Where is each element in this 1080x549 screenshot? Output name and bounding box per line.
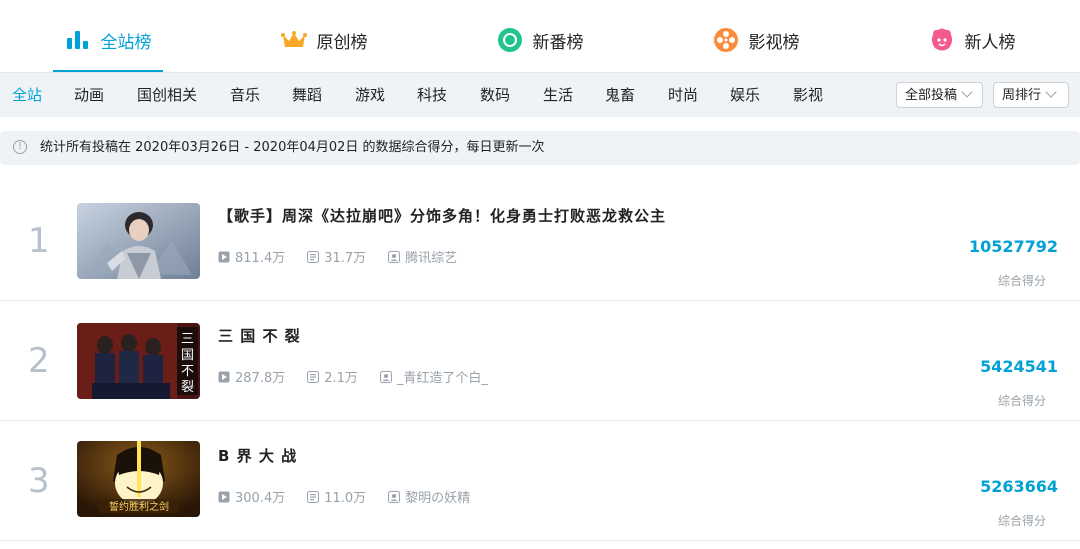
notice-text: 统计所有投稿在 2020年03月26日 - 2020年04月02日 的数据综合得…: [40, 140, 545, 155]
tab-film[interactable]: 影视榜: [648, 8, 864, 72]
play-count-icon: [218, 491, 230, 503]
tab-label: 新番榜: [532, 32, 584, 53]
video-meta: 811.4万 31.7万 腾讯综艺: [218, 247, 479, 266]
period-filter-value: 周排行: [1002, 88, 1042, 103]
category-bar: 全站 动画 国创相关 音乐 舞蹈 游戏 科技 数码 生活 鬼畜 时尚 娱乐 影视…: [0, 72, 1080, 117]
uploader-icon: [388, 490, 401, 503]
danmaku-icon: [307, 370, 320, 383]
play-count-icon: [218, 251, 230, 263]
face-icon: [929, 27, 955, 53]
uploader-icon: [379, 370, 392, 383]
composite-score: 5424541: [980, 357, 1058, 376]
rank-number: 1: [28, 221, 50, 261]
tab-new-anime[interactable]: 新番榜: [432, 8, 648, 72]
danmaku-count: 31.7万: [324, 251, 367, 266]
rank-row: 3 誓约胜利之剑 B 界 大 战 300.4万 11.0万 黎明の妖精 5263…: [0, 421, 1080, 541]
video-meta: 300.4万 11.0万 黎明の妖精: [218, 487, 492, 506]
score-label: 综合得分: [997, 274, 1046, 288]
thumb-char-4: 裂: [181, 380, 194, 395]
play-count: 811.4万: [235, 251, 286, 266]
uploader-icon: [388, 250, 401, 263]
uploader-name[interactable]: _青红造了个白_: [397, 367, 488, 386]
danmaku-icon: [307, 250, 320, 263]
tab-original[interactable]: 原创榜: [216, 8, 432, 72]
video-title[interactable]: 三 国 不 裂: [218, 325, 301, 346]
chevron-down-icon: [961, 86, 973, 98]
category-dance[interactable]: 舞蹈: [292, 73, 322, 117]
info-icon: !: [13, 140, 27, 154]
category-tech[interactable]: 科技: [417, 73, 447, 117]
uploader-name[interactable]: 黎明の妖精: [405, 487, 470, 506]
video-thumbnail[interactable]: 誓约胜利之剑: [77, 441, 200, 517]
category-game[interactable]: 游戏: [355, 73, 385, 117]
danmaku-count: 11.0万: [324, 491, 367, 506]
danmaku-icon: [307, 490, 320, 503]
chevron-down-icon: [1045, 86, 1057, 98]
tab-label: 原创榜: [316, 32, 368, 53]
thumb-char-3: 不: [181, 364, 194, 379]
play-count: 287.8万: [235, 371, 286, 386]
video-title[interactable]: B 界 大 战: [218, 445, 297, 466]
video-meta: 287.8万 2.1万 _青红造了个白_: [218, 367, 510, 386]
category-digital[interactable]: 数码: [480, 73, 510, 117]
film-reel-icon: [713, 27, 739, 53]
tab-label: 影视榜: [748, 32, 800, 53]
category-fashion[interactable]: 时尚: [668, 73, 698, 117]
category-ent[interactable]: 娱乐: [730, 73, 760, 117]
score-label: 综合得分: [997, 514, 1046, 528]
tab-label: 新人榜: [964, 32, 1016, 53]
category-music[interactable]: 音乐: [230, 73, 260, 117]
video-thumbnail[interactable]: 三 国 不 裂: [77, 323, 200, 399]
rank-row: 1 【歌手】周深《达拉崩吧》分饰多角！化身勇士打败恶龙救公主 811.4万 31…: [0, 181, 1080, 301]
video-thumbnail[interactable]: [77, 203, 200, 279]
tab-newcomer[interactable]: 新人榜: [864, 8, 1080, 72]
composite-score: 10527792: [968, 237, 1058, 256]
category-kichiku[interactable]: 鬼畜: [605, 73, 635, 117]
category-all[interactable]: 全站: [12, 73, 42, 117]
rank-number: 3: [28, 461, 50, 501]
thumb-caption: 誓约胜利之剑: [109, 500, 169, 513]
rank-row: 2 三 国 不 裂 三 国 不 裂 287.8万 2.1万 _青红造了个白_ 5…: [0, 301, 1080, 421]
category-animation[interactable]: 动画: [74, 73, 104, 117]
category-film[interactable]: 影视: [793, 73, 823, 117]
category-guochuang[interactable]: 国创相关: [137, 73, 197, 117]
tab-all-site[interactable]: 全站榜: [0, 8, 216, 72]
danmaku-count: 2.1万: [324, 371, 358, 386]
notice-bar: ! 统计所有投稿在 2020年03月26日 - 2020年04月02日 的数据综…: [0, 131, 1080, 165]
tab-label: 全站榜: [100, 32, 152, 53]
thumb-char-2: 国: [181, 348, 194, 363]
rank-number: 2: [28, 341, 50, 381]
score-label: 综合得分: [997, 394, 1046, 408]
bar-chart-icon: [65, 27, 91, 53]
play-count: 300.4万: [235, 491, 286, 506]
play-count-icon: [218, 371, 230, 383]
uploader-name[interactable]: 腾讯综艺: [405, 247, 457, 266]
composite-score: 5263664: [980, 477, 1058, 496]
circle-icon: [497, 27, 523, 53]
crown-icon: [280, 27, 307, 53]
type-filter-value: 全部投稿: [905, 88, 958, 103]
category-life[interactable]: 生活: [543, 73, 573, 117]
period-filter-dropdown[interactable]: 周排行: [993, 82, 1069, 108]
video-title[interactable]: 【歌手】周深《达拉崩吧》分饰多角！化身勇士打败恶龙救公主: [218, 205, 666, 226]
rank-tabs: 全站榜 原创榜 新番榜 影视榜 新人榜: [0, 8, 1080, 72]
thumb-char-1: 三: [181, 332, 194, 347]
type-filter-dropdown[interactable]: 全部投稿: [896, 82, 983, 108]
